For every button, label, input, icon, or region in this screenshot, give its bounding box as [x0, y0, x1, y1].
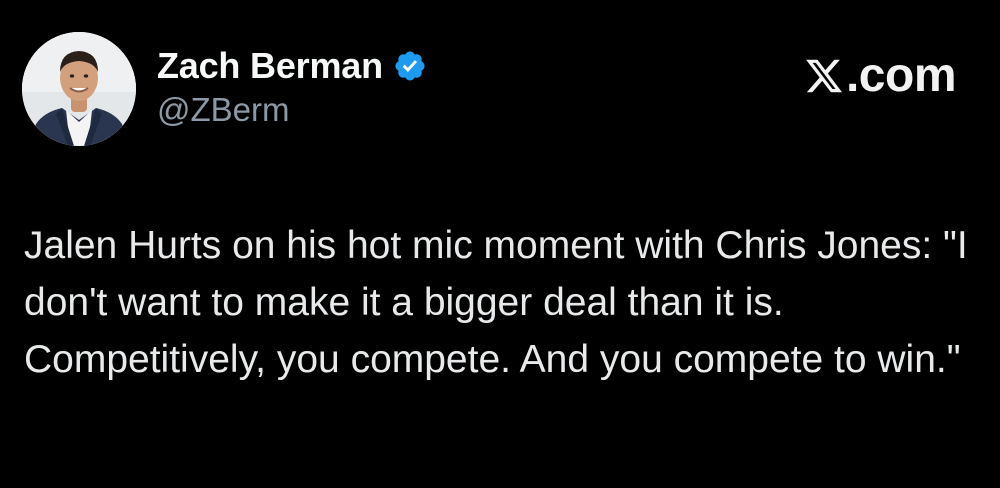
tweet-card: Zach Berman @ZBerm .com Jalen Hurts on h…: [0, 0, 1000, 488]
author-handle[interactable]: @ZBerm: [157, 91, 290, 129]
author-display-name[interactable]: Zach Berman: [157, 45, 383, 87]
tweet-text: Jalen Hurts on his hot mic moment with C…: [24, 224, 968, 381]
avatar[interactable]: [22, 32, 136, 146]
brand-domain: .com: [845, 49, 957, 102]
verified-badge-icon: [393, 49, 427, 83]
brand-watermark: .com: [804, 49, 957, 102]
avatar-photo: [22, 32, 136, 146]
x-logo-icon: [804, 56, 844, 96]
author-name-row: Zach Berman: [157, 44, 427, 88]
